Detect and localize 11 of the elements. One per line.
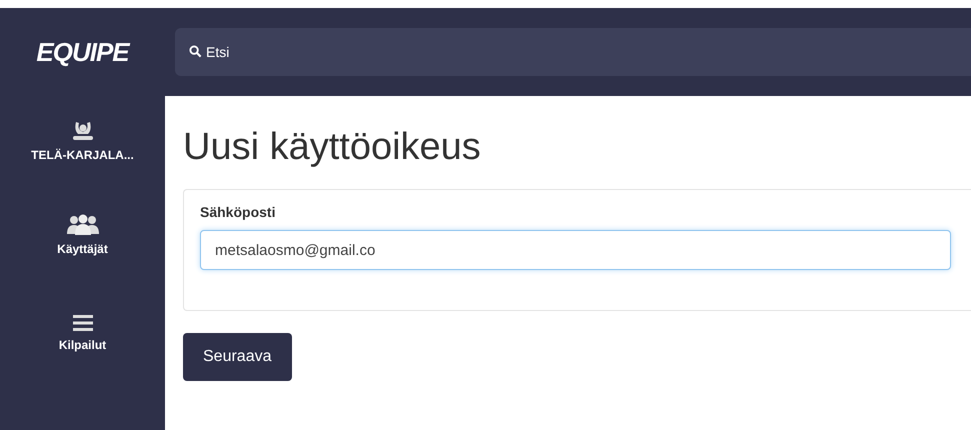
- sidebar-item[interactable]: Kilpailut: [0, 284, 165, 382]
- search-field[interactable]: Etsi: [175, 28, 971, 76]
- logo-text[interactable]: EQUIPE: [36, 36, 129, 68]
- next-button[interactable]: Seuraava: [183, 333, 292, 381]
- page-title: Uusi käyttöoikeus: [183, 126, 482, 169]
- users-icon: [66, 214, 100, 236]
- menu-icon: [72, 314, 92, 332]
- sidebar-item[interactable]: TELÄ-KARJALA...: [0, 96, 165, 186]
- email-field[interactable]: metsalaosmo@gmail.co: [200, 230, 951, 270]
- sidebar-item[interactable]: Käyttäjät: [0, 186, 165, 284]
- email-label: Sähköposti: [200, 204, 276, 220]
